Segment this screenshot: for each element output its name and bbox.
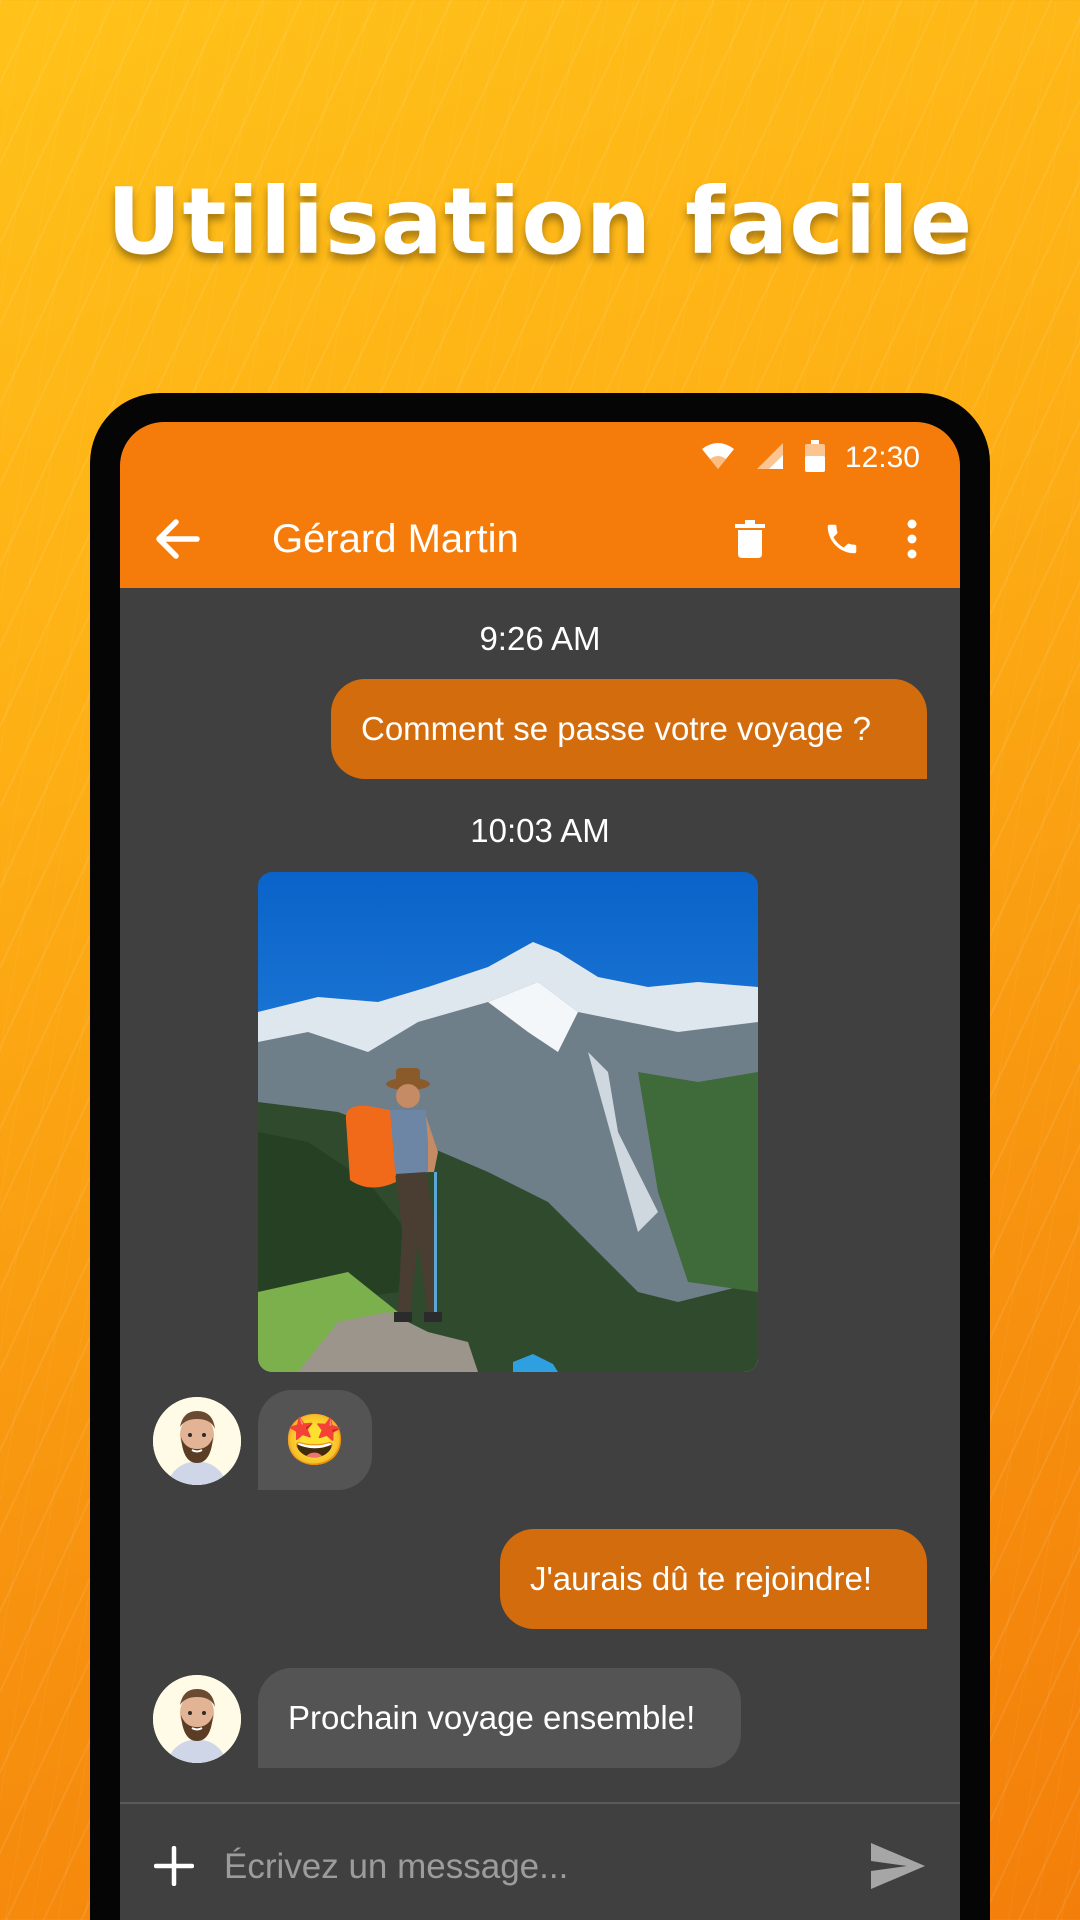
send-button[interactable] (866, 1836, 930, 1896)
battery-icon (804, 439, 825, 477)
add-icon (154, 1846, 194, 1886)
send-icon (871, 1843, 925, 1889)
mountain-hiker-image (258, 872, 758, 1372)
message-composer (120, 1802, 960, 1920)
cell-signal-icon (755, 441, 785, 476)
status-time: 12:30 (844, 441, 920, 474)
bearded-man-avatar (153, 1397, 241, 1485)
more-vert-icon (907, 519, 917, 559)
wifi-icon (701, 441, 735, 476)
phone-icon (827, 524, 857, 554)
message-timestamp: 10:03 AM (470, 812, 610, 849)
back-arrow-icon (156, 519, 200, 559)
shared-photo[interactable] (258, 872, 758, 1372)
trash-icon (735, 520, 765, 558)
phone-screen: 12:30 Gérard Martin 9:26 AM Comment se p… (120, 422, 960, 1920)
more-options-button[interactable] (892, 509, 932, 569)
incoming-message[interactable]: Prochain voyage ensemble! (258, 1668, 741, 1768)
contact-avatar[interactable] (153, 1397, 241, 1485)
toolbar: Gérard Martin (120, 490, 960, 588)
outgoing-message[interactable]: Comment se passe votre voyage ? (331, 679, 927, 779)
app-bar: 12:30 Gérard Martin (120, 422, 960, 588)
bearded-man-avatar (153, 1675, 241, 1763)
promo-headline: Utilisation facile (106, 168, 974, 275)
contact-name: Gérard Martin (272, 516, 519, 561)
message-timestamp: 9:26 AM (479, 620, 601, 657)
call-button[interactable] (812, 509, 872, 569)
delete-button[interactable] (720, 509, 780, 569)
status-bar: 12:30 (701, 434, 920, 482)
contact-avatar[interactable] (153, 1675, 241, 1763)
back-button[interactable] (148, 509, 208, 569)
incoming-message-emoji[interactable]: 🤩 (258, 1390, 372, 1490)
add-attachment-button[interactable] (148, 1840, 200, 1892)
message-input[interactable] (224, 1832, 814, 1902)
outgoing-message[interactable]: J'aurais dû te rejoindre! (500, 1529, 927, 1629)
